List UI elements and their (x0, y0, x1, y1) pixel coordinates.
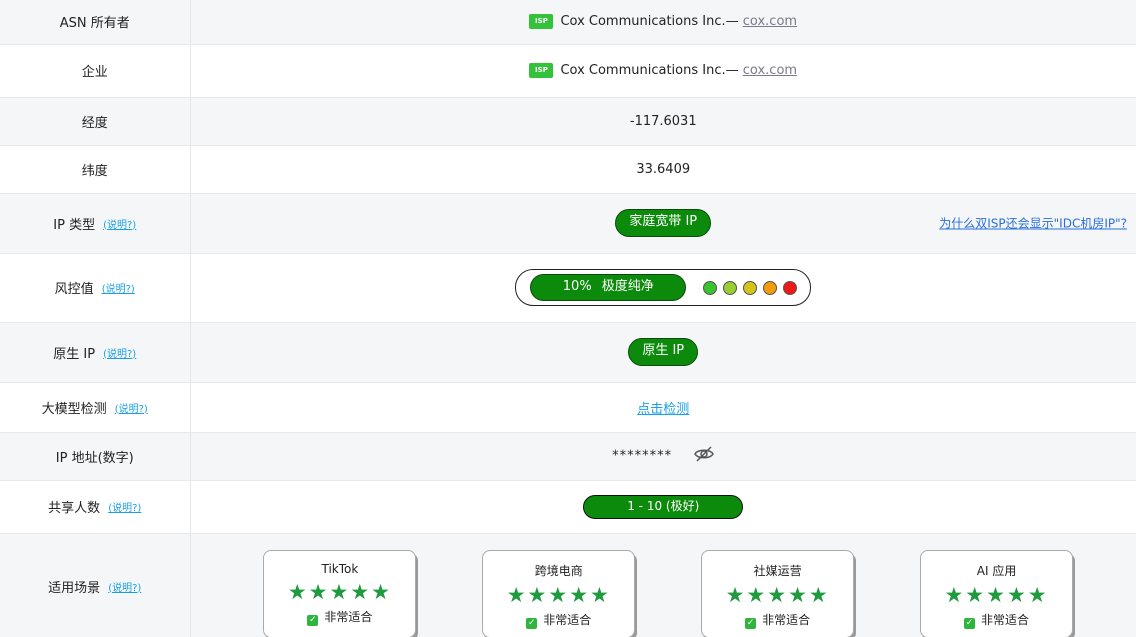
scenario-fit: ✓ 非常适合 (921, 611, 1072, 629)
row-ip-type: IP 类型 (说明?) 家庭宽带 IP 为什么双ISP还会显示"IDC机房IP"? (0, 193, 1136, 254)
risk-dot-2 (723, 280, 738, 295)
risk-label-cell: 风控值 (说明?) (0, 253, 191, 323)
scenarios-value-cell: TikTok ★★★★★ ✓ 非常适合 跨境电商 ★★★★★ ✓ 非常适合 社媒运营… (190, 533, 1136, 637)
asn-domain-link[interactable]: cox.com (743, 14, 797, 29)
scenario-fit-text: 非常适合 (981, 612, 1030, 627)
native-ip-label: 原生 IP (53, 346, 96, 362)
checkbox-icon: ✓ (526, 617, 538, 629)
star-rating: ★★★★★ (944, 582, 1049, 607)
ip-type-badge: 家庭宽带 IP (615, 209, 712, 237)
company-value: ISP Cox Communications Inc.— cox.com (190, 44, 1136, 98)
checkbox-icon: ✓ (745, 617, 757, 629)
eye-slash-icon[interactable] (694, 446, 715, 466)
ip-type-value-cell: 家庭宽带 IP 为什么双ISP还会显示"IDC机房IP"? (190, 193, 1136, 254)
asn-label: ASN 所有者 (0, 0, 191, 45)
scenario-card-ecommerce: 跨境电商 ★★★★★ ✓ 非常适合 (482, 549, 636, 637)
checkbox-icon: ✓ (964, 617, 976, 629)
scenarios-label-cell: 适用场景 (说明?) (0, 533, 191, 637)
row-llm-check: 大模型检测 (说明?) 点击检测 (0, 382, 1136, 433)
native-ip-value-cell: 原生 IP (190, 322, 1136, 383)
ip-numeric-masked: ******** (612, 448, 673, 464)
risk-dot-5 (783, 280, 798, 295)
risk-score-pill: 10% 极度纯净 (530, 274, 687, 301)
scenario-fit: ✓ 非常适合 (483, 611, 634, 629)
dual-isp-explain-link[interactable]: 为什么双ISP还会显示"IDC机房IP"? (939, 215, 1127, 232)
scenario-title: 社媒运营 (753, 563, 802, 578)
native-ip-badge: 原生 IP (628, 338, 699, 366)
row-latitude: 纬度 33.6409 (0, 145, 1136, 194)
shared-users-label-cell: 共享人数 (说明?) (0, 480, 191, 534)
star-rating: ★★★★★ (725, 582, 830, 607)
scenario-fit-text: 非常适合 (324, 609, 373, 624)
shared-users-value-cell: 1 - 10 (极好) (190, 480, 1136, 534)
llm-check-label-cell: 大模型检测 (说明?) (0, 382, 191, 433)
asn-name: Cox Communications Inc.— (560, 14, 739, 30)
scenario-fit: ✓ 非常适合 (702, 611, 853, 629)
scenario-card-social: 社媒运营 ★★★★★ ✓ 非常适合 (701, 549, 855, 637)
company-label: 企业 (0, 44, 191, 98)
risk-percent: 10% (562, 279, 592, 294)
risk-help-link[interactable]: (说明?) (102, 284, 135, 295)
scenario-fit: ✓ 非常适合 (264, 608, 415, 626)
native-ip-help-link[interactable]: (说明?) (103, 349, 136, 360)
ip-type-label-cell: IP 类型 (说明?) (0, 193, 191, 254)
isp-badge: ISP (529, 14, 554, 30)
scenario-cards: TikTok ★★★★★ ✓ 非常适合 跨境电商 ★★★★★ ✓ 非常适合 社媒运营… (191, 534, 1136, 637)
native-ip-label-cell: 原生 IP (说明?) (0, 322, 191, 383)
longitude-value: -117.6031 (190, 97, 1136, 146)
row-shared-users: 共享人数 (说明?) 1 - 10 (极好) (0, 480, 1136, 534)
company-domain-link[interactable]: cox.com (743, 63, 797, 78)
risk-label: 风控值 (54, 282, 94, 297)
row-native-ip: 原生 IP (说明?) 原生 IP (0, 322, 1136, 383)
isp-badge: ISP (529, 63, 554, 78)
scenario-title: TikTok (321, 561, 359, 576)
llm-check-label: 大模型检测 (41, 401, 107, 417)
scenarios-label: 适用场景 (48, 580, 101, 596)
company-name: Cox Communications Inc.— (560, 63, 739, 78)
checkbox-icon: ✓ (307, 614, 319, 626)
risk-dot-1 (703, 280, 718, 295)
risk-meter: 10% 极度纯净 (515, 269, 812, 306)
risk-dot-4 (763, 280, 778, 295)
scenario-title: AI 应用 (976, 563, 1017, 578)
row-risk: 风控值 (说明?) 10% 极度纯净 (0, 253, 1136, 323)
ip-info-table: ASN 所有者 ISP Cox Communications Inc.— cox.… (0, 0, 1136, 637)
shared-users-label: 共享人数 (48, 501, 101, 516)
asn-value: ISP Cox Communications Inc.— cox.com (190, 0, 1136, 45)
ip-numeric-label: IP 地址(数字) (0, 432, 191, 481)
scenario-fit-text: 非常适合 (543, 612, 592, 627)
ip-numeric-value-cell: ******** (190, 432, 1136, 481)
row-company: 企业 ISP Cox Communications Inc.— cox.com (0, 44, 1136, 98)
longitude-label: 经度 (0, 97, 191, 146)
shared-users-help-link[interactable]: (说明?) (108, 503, 141, 514)
scenario-card-ai: AI 应用 ★★★★★ ✓ 非常适合 (920, 549, 1074, 637)
latitude-label: 纬度 (0, 145, 191, 194)
risk-value-cell: 10% 极度纯净 (190, 253, 1136, 323)
llm-check-help-link[interactable]: (说明?) (115, 404, 148, 415)
scenario-fit-text: 非常适合 (762, 612, 811, 627)
ip-type-help-link[interactable]: (说明?) (103, 220, 136, 231)
llm-check-link[interactable]: 点击检测 (637, 402, 689, 417)
risk-dot-3 (743, 280, 758, 295)
star-rating: ★★★★★ (287, 579, 392, 604)
star-rating: ★★★★★ (506, 582, 611, 607)
row-asn: ASN 所有者 ISP Cox Communications Inc.— cox.… (0, 0, 1136, 45)
risk-level-text: 极度纯净 (601, 279, 654, 294)
row-scenarios: 适用场景 (说明?) TikTok ★★★★★ ✓ 非常适合 跨境电商 ★★★★★ … (0, 533, 1136, 637)
scenario-card-tiktok: TikTok ★★★★★ ✓ 非常适合 (263, 549, 417, 637)
row-ip-numeric: IP 地址(数字) ******** (0, 432, 1136, 481)
latitude-value: 33.6409 (190, 145, 1136, 194)
scenarios-help-link[interactable]: (说明?) (108, 583, 141, 594)
ip-type-label: IP 类型 (53, 217, 96, 233)
shared-users-badge: 1 - 10 (极好) (583, 494, 744, 519)
scenario-title: 跨境电商 (534, 563, 583, 578)
row-longitude: 经度 -117.6031 (0, 97, 1136, 146)
llm-check-value-cell: 点击检测 (190, 382, 1136, 433)
